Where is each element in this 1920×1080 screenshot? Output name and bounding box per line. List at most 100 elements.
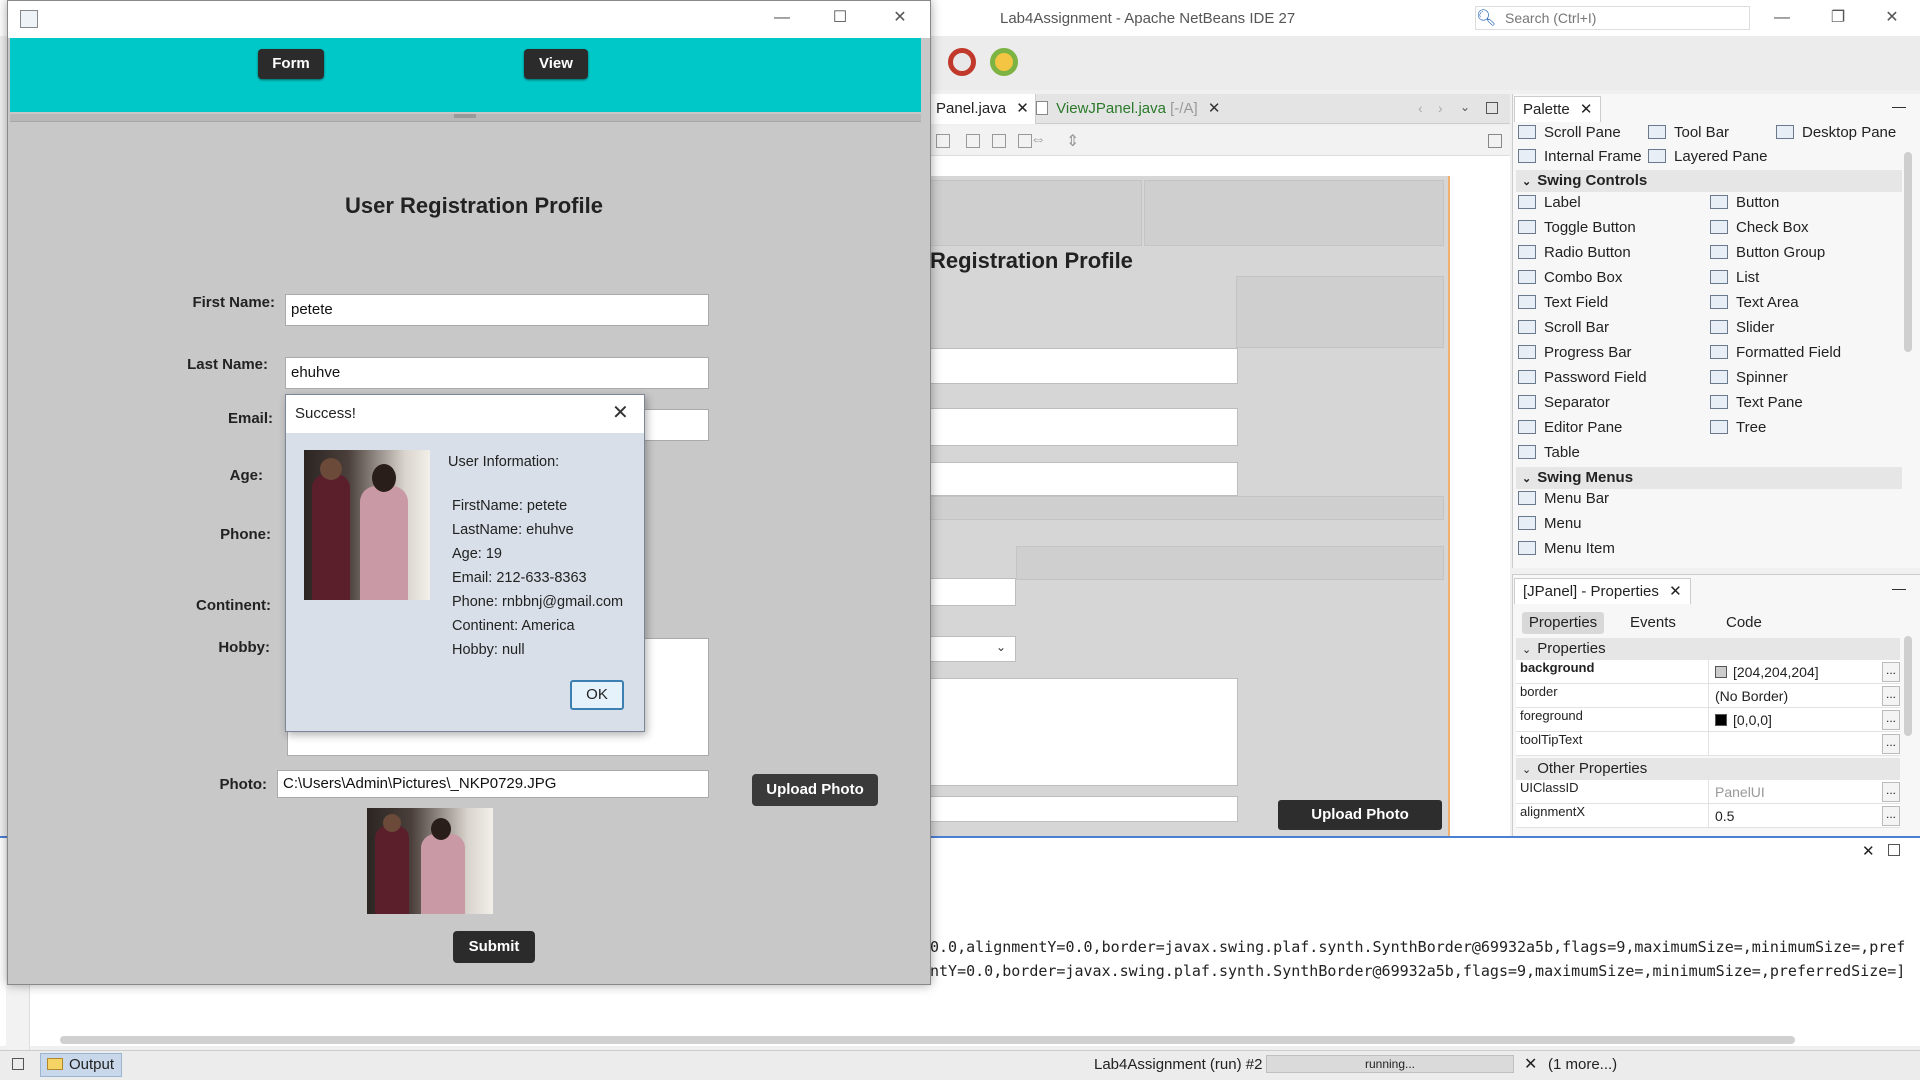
resize-horizontal-icon[interactable]: ⇔ — [1030, 131, 1046, 149]
palette-item[interactable]: Text Pane — [1710, 392, 1803, 414]
design-text-area[interactable] — [930, 678, 1238, 786]
close-icon[interactable]: ✕ — [1208, 100, 1221, 117]
close-icon[interactable]: ✕ — [612, 400, 629, 425]
chevron-left-icon[interactable]: ‹ — [1418, 100, 1423, 116]
subtab-code[interactable]: Code — [1726, 612, 1762, 634]
search-icon[interactable]: 🔍︎ — [1476, 8, 1496, 28]
palette-item[interactable]: Slider — [1710, 317, 1774, 339]
properties-section-header[interactable]: ⌄ Properties — [1516, 638, 1900, 660]
photo-path-field[interactable]: C:\Users\Admin\Pictures\_NKP0729.JPG — [277, 770, 709, 798]
profile-project-icon[interactable] — [948, 48, 976, 76]
palette-item[interactable]: Button Group — [1710, 242, 1825, 264]
palette-item[interactable]: List — [1710, 267, 1759, 289]
submit-button[interactable]: Submit — [453, 931, 535, 963]
subtab-events[interactable]: Events — [1630, 612, 1676, 634]
palette-item[interactable]: Editor Pane — [1518, 417, 1622, 439]
palette-category-swing-menus[interactable]: ⌄ Swing Menus — [1516, 467, 1902, 489]
palette-item[interactable]: Separator — [1518, 392, 1610, 414]
ide-minimize-button[interactable]: — — [1762, 6, 1802, 30]
design-text-field[interactable] — [930, 462, 1238, 496]
other-properties-section-header[interactable]: ⌄ Other Properties — [1516, 758, 1900, 780]
ok-button[interactable]: OK — [570, 680, 624, 710]
maximize-icon[interactable] — [1486, 102, 1498, 114]
minimize-panel-icon[interactable]: — — [1892, 580, 1906, 596]
first-name-field[interactable]: petete — [285, 294, 709, 326]
tab-palette[interactable]: Palette ✕ — [1514, 96, 1602, 122]
palette-item[interactable]: Table — [1518, 442, 1580, 464]
output-horizontal-scrollbar[interactable] — [60, 1036, 1795, 1044]
palette-item[interactable]: Password Field — [1518, 367, 1647, 389]
palette-item[interactable]: Label — [1518, 192, 1581, 214]
palette-item[interactable]: Menu — [1518, 513, 1582, 535]
property-editor-button[interactable]: ... — [1882, 782, 1900, 802]
property-editor-button[interactable]: ... — [1882, 734, 1900, 754]
property-editor-button[interactable]: ... — [1882, 710, 1900, 730]
tab-view-jpanel[interactable]: ViewJPanel.java [-/A] ✕ — [1030, 94, 1226, 124]
restore-icon[interactable] — [1888, 844, 1900, 856]
align-left-icon[interactable] — [936, 134, 950, 148]
app-maximize-button[interactable]: ☐ — [820, 6, 860, 30]
chevron-down-icon[interactable]: ⌄ — [996, 640, 1006, 654]
last-name-field[interactable]: ehuhve — [285, 357, 709, 389]
grid-icon[interactable] — [1488, 134, 1502, 148]
property-editor-button[interactable]: ... — [1882, 686, 1900, 706]
close-icon[interactable]: ✕ — [1016, 100, 1029, 117]
palette-category-swing-controls[interactable]: ⌄ Swing Controls — [1516, 170, 1902, 192]
ide-close-button[interactable]: ✕ — [1872, 6, 1912, 30]
property-value[interactable] — [1708, 732, 1880, 756]
palette-item[interactable]: Spinner — [1710, 367, 1788, 389]
tab-properties-panel[interactable]: [JPanel] - Properties ✕ — [1514, 578, 1691, 604]
palette-item[interactable]: Internal Frame — [1518, 146, 1642, 168]
palette-item[interactable]: Scroll Bar — [1518, 317, 1609, 339]
app-close-button[interactable]: ✕ — [880, 6, 920, 30]
profile-run-icon[interactable] — [990, 48, 1018, 76]
tab-panel-java[interactable]: Panel.java ✕ — [930, 94, 1036, 124]
property-value[interactable]: (No Border) — [1708, 684, 1880, 708]
palette-item[interactable]: Text Field — [1518, 292, 1608, 314]
palette-item[interactable]: Desktop Pane — [1776, 122, 1896, 144]
palette-item[interactable]: Menu Bar — [1518, 488, 1609, 510]
property-value[interactable]: 0.5 — [1708, 804, 1880, 828]
property-editor-button[interactable]: ... — [1882, 806, 1900, 826]
palette-item[interactable]: Tree — [1710, 417, 1766, 439]
palette-item[interactable]: Scroll Pane — [1518, 122, 1621, 144]
palette-item[interactable]: Toggle Button — [1518, 217, 1636, 239]
view-nav-button[interactable]: View — [524, 49, 588, 79]
close-icon[interactable]: ✕ — [1669, 583, 1682, 600]
divider-grip[interactable] — [454, 114, 476, 118]
chevron-right-icon[interactable]: › — [1438, 100, 1443, 116]
palette-item[interactable]: Check Box — [1710, 217, 1809, 239]
design-text-field[interactable] — [930, 578, 1016, 606]
upload-photo-button[interactable]: Upload Photo — [752, 774, 878, 806]
palette-item[interactable]: Formatted Field — [1710, 342, 1841, 364]
design-text-field[interactable] — [930, 796, 1238, 822]
app-minimize-button[interactable]: — — [762, 6, 802, 30]
design-title-label[interactable]: Registration Profile — [930, 248, 1133, 274]
palette-item[interactable]: Layered Pane — [1648, 146, 1767, 168]
ide-restore-button[interactable]: ❐ — [1818, 6, 1858, 30]
palette-item[interactable]: Progress Bar — [1518, 342, 1632, 364]
properties-scrollbar[interactable] — [1904, 636, 1912, 736]
minimize-panel-icon[interactable]: — — [1892, 98, 1906, 114]
property-value[interactable]: [204,204,204] — [1708, 660, 1880, 684]
output-tab[interactable]: Output — [40, 1053, 122, 1077]
run-more-link[interactable]: (1 more...) — [1548, 1056, 1617, 1073]
close-icon[interactable]: ✕ — [1862, 842, 1875, 860]
chevron-down-icon[interactable]: ⌄ — [1460, 100, 1470, 114]
cancel-run-icon[interactable]: ✕ — [1524, 1054, 1537, 1074]
design-text-field[interactable] — [930, 408, 1238, 446]
palette-item[interactable]: Combo Box — [1518, 267, 1622, 289]
restore-window-icon[interactable] — [12, 1058, 24, 1070]
subtab-properties[interactable]: Properties — [1522, 612, 1604, 634]
design-text-field[interactable] — [930, 348, 1238, 384]
resize-vertical-icon[interactable]: ⇕ — [1066, 131, 1079, 151]
palette-scrollbar[interactable] — [1904, 152, 1912, 352]
align-bottom-icon[interactable] — [992, 134, 1006, 148]
palette-item[interactable]: Text Area — [1710, 292, 1799, 314]
palette-item[interactable]: Tool Bar — [1648, 122, 1729, 144]
form-nav-button[interactable]: Form — [258, 49, 324, 79]
align-top-icon[interactable] — [966, 134, 980, 148]
run-status-label[interactable]: Lab4Assignment (run) #2 — [1094, 1056, 1262, 1073]
property-editor-button[interactable]: ... — [1882, 662, 1900, 682]
palette-item[interactable]: Button — [1710, 192, 1779, 214]
